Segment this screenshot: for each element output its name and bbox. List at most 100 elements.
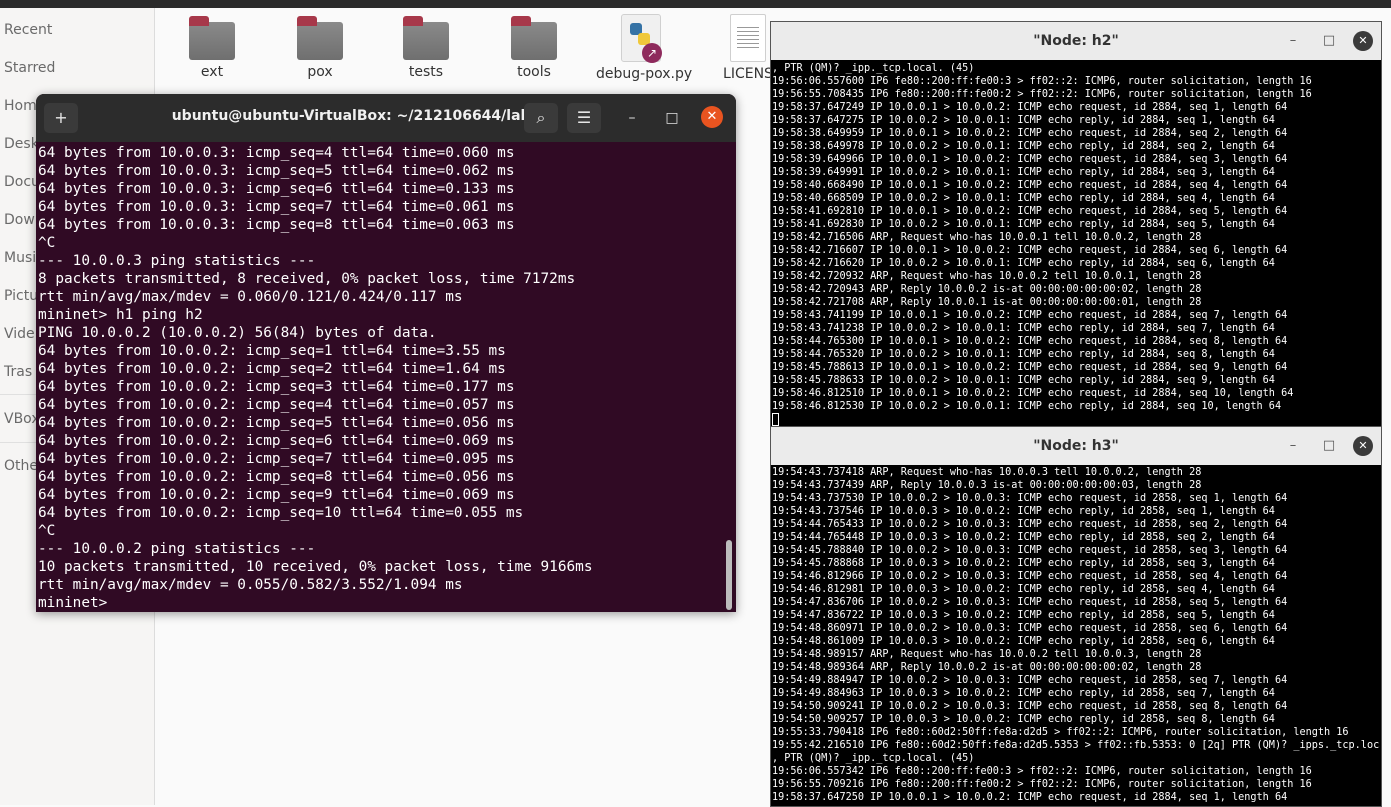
file-item-ext[interactable]: ext: [167, 16, 257, 80]
terminal-line: 19:54:44.765433 IP 10.0.0.2 > 10.0.0.3: …: [772, 519, 1288, 530]
terminal-line: 64 bytes from 10.0.0.2: icmp_seq=9 ttl=6…: [38, 487, 515, 503]
terminal-line: 19:58:44.765320 IP 10.0.0.2 > 10.0.0.1: …: [772, 349, 1275, 360]
close-button[interactable]: ✕: [701, 106, 723, 128]
terminal-line: 19:58:37.647250 IP 10.0.0.1 > 10.0.0.2: …: [772, 792, 1288, 803]
node-h2-window[interactable]: "Node: h2" – □ ✕ , PTR (QM)? _ipp._tcp.l…: [770, 21, 1382, 427]
terminal-scrollbar[interactable]: [726, 540, 732, 610]
terminal-line: 19:54:43.737418 ARP, Request who-has 10.…: [772, 467, 1202, 478]
file-label: ext: [200, 64, 224, 80]
minimize-button[interactable]: –: [1283, 436, 1303, 456]
terminal-line: 19:58:38.649978 IP 10.0.0.2 > 10.0.0.1: …: [772, 141, 1275, 152]
terminal-line: 19:54:48.860971 IP 10.0.0.2 > 10.0.0.3: …: [772, 623, 1288, 634]
terminal-line: 19:58:42.716620 IP 10.0.0.2 > 10.0.0.1: …: [772, 258, 1275, 269]
terminal-titlebar[interactable]: + ubuntu@ubuntu-VirtualBox: ~/212106644/…: [36, 94, 736, 142]
file-item-pox[interactable]: pox: [275, 16, 365, 80]
terminal-line: 8 packets transmitted, 8 received, 0% pa…: [38, 271, 576, 287]
file-label: debug-pox.py: [596, 66, 693, 82]
node-h3-titlebar[interactable]: "Node: h3" – □ ✕: [771, 427, 1381, 465]
terminal-line: 19:54:43.737439 ARP, Reply 10.0.0.3 is-a…: [772, 480, 1202, 491]
terminal-line: 19:58:41.692810 IP 10.0.0.1 > 10.0.0.2: …: [772, 206, 1288, 217]
sidebar-item-recent[interactable]: Recent: [4, 22, 52, 38]
terminal-line: 19:58:39.649966 IP 10.0.0.1 > 10.0.0.2: …: [772, 154, 1288, 165]
plus-icon: +: [54, 108, 68, 127]
minimize-button[interactable]: –: [1283, 31, 1303, 51]
text-file-icon: [730, 14, 766, 62]
terminal-line: 64 bytes from 10.0.0.2: icmp_seq=2 ttl=6…: [38, 361, 506, 377]
terminal-window[interactable]: + ubuntu@ubuntu-VirtualBox: ~/212106644/…: [36, 94, 736, 612]
terminal-line: mininet>: [38, 595, 108, 610]
node-h2-title: "Node: h2": [1033, 33, 1119, 49]
node-h2-output[interactable]: , PTR (QM)? _ipp._tcp.local. (45) 19:56:0…: [772, 62, 1380, 426]
sidebar-item-documents[interactable]: Docu: [4, 174, 40, 190]
file-label: tests: [408, 64, 444, 80]
sidebar-item-trash[interactable]: Tras: [4, 364, 32, 380]
node-h3-window[interactable]: "Node: h3" – □ ✕ 19:54:43.737418 ARP, Re…: [770, 426, 1382, 807]
sidebar-item-music[interactable]: Musi: [4, 250, 36, 266]
terminal-line: 19:58:46.812530 IP 10.0.0.2 > 10.0.0.1: …: [772, 401, 1282, 412]
folder-icon: [403, 16, 449, 60]
close-button[interactable]: ✕: [1353, 436, 1373, 456]
terminal-line: , PTR (QM)? _ipp._tcp.local. (45): [772, 63, 975, 74]
terminal-line: 19:54:48.989157 ARP, Request who-has 10.…: [772, 649, 1202, 660]
terminal-line: 64 bytes from 10.0.0.2: icmp_seq=4 ttl=6…: [38, 397, 515, 413]
node-h2-titlebar[interactable]: "Node: h2" – □ ✕: [771, 22, 1381, 60]
terminal-line: 19:55:33.790418 IP6 fe80::60d2:50ff:fe8a…: [772, 727, 1349, 738]
terminal-line: 64 bytes from 10.0.0.3: icmp_seq=4 ttl=6…: [38, 145, 515, 161]
file-label: pox: [307, 64, 333, 80]
terminal-line: 19:54:43.737546 IP 10.0.0.3 > 10.0.0.2: …: [772, 506, 1275, 517]
menu-button[interactable]: ☰: [567, 103, 601, 133]
terminal-line: 64 bytes from 10.0.0.3: icmp_seq=7 ttl=6…: [38, 199, 515, 215]
sidebar-item-other-locations[interactable]: Othe: [4, 458, 38, 474]
terminal-line: 19:58:42.720932 ARP, Request who-has 10.…: [772, 271, 1202, 282]
search-icon: ⌕: [536, 108, 546, 127]
terminal-line: 19:58:45.788633 IP 10.0.0.2 > 10.0.0.1: …: [772, 375, 1275, 386]
folder-icon: [189, 16, 235, 60]
maximize-button[interactable]: □: [660, 106, 684, 130]
terminal-line: 19:55:42.216510 IP6 fe80::60d2:50ff:fe8a…: [772, 740, 1380, 751]
node-h3-output[interactable]: 19:54:43.737418 ARP, Request who-has 10.…: [772, 466, 1380, 806]
file-item-debug-pox[interactable]: ↗ debug-pox.py: [596, 14, 693, 82]
file-item-tests[interactable]: tests: [381, 16, 471, 80]
terminal-line: 19:54:45.788868 IP 10.0.0.3 > 10.0.0.2: …: [772, 558, 1275, 569]
sidebar-item-videos[interactable]: Vide: [4, 326, 35, 342]
sidebar-item-pictures[interactable]: Pictu: [4, 288, 38, 304]
terminal-line: 19:56:06.557600 IP6 fe80::200:ff:fe00:3 …: [772, 76, 1312, 87]
terminal-line: 10 packets transmitted, 10 received, 0% …: [38, 559, 593, 575]
terminal-line: 64 bytes from 10.0.0.2: icmp_seq=10 ttl=…: [38, 505, 524, 521]
terminal-line: 19:54:44.765448 IP 10.0.0.3 > 10.0.0.2: …: [772, 532, 1275, 543]
sidebar-item-desktop[interactable]: Desk: [4, 136, 39, 152]
terminal-line: 19:58:40.668509 IP 10.0.0.2 > 10.0.0.1: …: [772, 193, 1275, 204]
terminal-line: 19:58:41.692830 IP 10.0.0.2 > 10.0.0.1: …: [772, 219, 1275, 230]
minimize-button[interactable]: –: [620, 106, 644, 130]
terminal-line: 19:58:42.716607 IP 10.0.0.1 > 10.0.0.2: …: [772, 245, 1288, 256]
sidebar-item-vbox[interactable]: VBox: [4, 411, 40, 427]
terminal-line: 19:58:40.668490 IP 10.0.0.1 > 10.0.0.2: …: [772, 180, 1288, 191]
file-label: tools: [517, 64, 551, 80]
top-bar: [0, 0, 1391, 8]
maximize-button[interactable]: □: [1319, 436, 1339, 456]
close-button[interactable]: ✕: [1353, 31, 1373, 51]
terminal-line: ^C: [38, 235, 56, 251]
file-item-tools[interactable]: tools: [489, 16, 579, 80]
terminal-line: 19:54:48.989364 ARP, Reply 10.0.0.2 is-a…: [772, 662, 1202, 673]
terminal-line: PING 10.0.0.2 (10.0.0.2) 56(84) bytes of…: [38, 325, 437, 341]
terminal-line: 19:58:45.788613 IP 10.0.0.1 > 10.0.0.2: …: [772, 362, 1288, 373]
terminal-output[interactable]: 64 bytes from 10.0.0.3: icmp_seq=4 ttl=6…: [38, 144, 722, 610]
terminal-line: mininet> h1 ping h2: [38, 307, 203, 323]
new-tab-button[interactable]: +: [44, 103, 78, 133]
terminal-line: 19:56:06.557342 IP6 fe80::200:ff:fe00:3 …: [772, 766, 1312, 777]
terminal-line: 19:54:48.861009 IP 10.0.0.3 > 10.0.0.2: …: [772, 636, 1275, 647]
terminal-line: 19:54:47.836706 IP 10.0.0.2 > 10.0.0.3: …: [772, 597, 1288, 608]
terminal-line: 19:58:44.765300 IP 10.0.0.1 > 10.0.0.2: …: [772, 336, 1288, 347]
search-button[interactable]: ⌕: [524, 103, 558, 133]
terminal-line: rtt min/avg/max/mdev = 0.055/0.582/3.552…: [38, 577, 463, 593]
terminal-line: 19:58:43.741238 IP 10.0.0.2 > 10.0.0.1: …: [772, 323, 1275, 334]
terminal-line: 64 bytes from 10.0.0.2: icmp_seq=7 ttl=6…: [38, 451, 515, 467]
terminal-title: ubuntu@ubuntu-VirtualBox: ~/212106644/la…: [171, 108, 541, 124]
terminal-line: 19:58:39.649991 IP 10.0.0.2 > 10.0.0.1: …: [772, 167, 1275, 178]
sidebar-item-starred[interactable]: Starred: [4, 60, 55, 76]
folder-icon: [511, 16, 557, 60]
maximize-button[interactable]: □: [1319, 31, 1339, 51]
terminal-line: 19:56:55.709216 IP6 fe80::200:ff:fe00:2 …: [772, 779, 1312, 790]
terminal-line: 19:58:43.741199 IP 10.0.0.1 > 10.0.0.2: …: [772, 310, 1288, 321]
